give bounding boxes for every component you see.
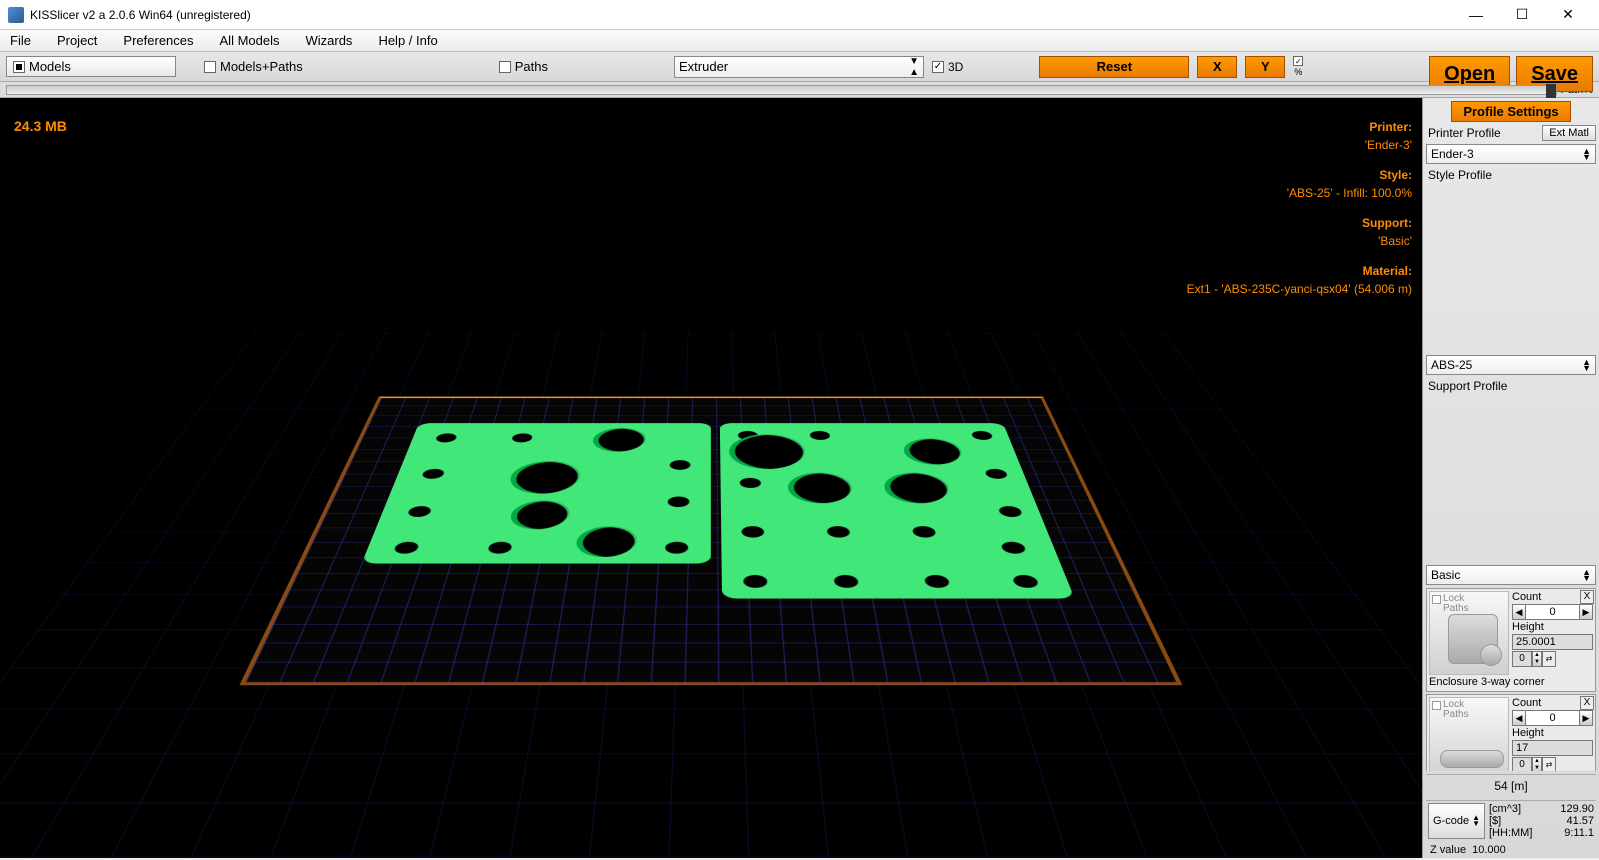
support-profile-select[interactable]: Basic▲▼ bbox=[1426, 565, 1596, 585]
filament-length: 54 [m] bbox=[1426, 774, 1596, 797]
card-name: Enclosure 3-way corner bbox=[1429, 675, 1593, 689]
view-models-radio[interactable]: Models bbox=[6, 56, 176, 77]
toolbar: Models Models+Paths Paths Extruder ▼▲ ✓ … bbox=[0, 52, 1599, 82]
reset-button[interactable]: Reset bbox=[1039, 56, 1189, 78]
rotation-spinner[interactable]: 0▲▼⇄ bbox=[1512, 757, 1593, 771]
menu-project[interactable]: Project bbox=[51, 31, 103, 50]
card-close-button[interactable]: X bbox=[1580, 696, 1594, 710]
x-button[interactable]: X bbox=[1197, 56, 1237, 78]
view-models-label: Models bbox=[29, 59, 71, 74]
printer-profile-select[interactable]: Ender-3▲▼ bbox=[1426, 144, 1596, 164]
right-panel: Profile Settings Printer Profile Ext Mat… bbox=[1422, 98, 1599, 858]
view-models-paths-label: Models+Paths bbox=[220, 59, 303, 74]
info-overlay: Printer:'Ender-3' Style:'ABS-25' - Infil… bbox=[1187, 118, 1412, 310]
profile-settings-button[interactable]: Profile Settings bbox=[1451, 101, 1571, 122]
card-thumbnail[interactable]: LockPaths bbox=[1429, 697, 1509, 771]
lock-paths-checkbox[interactable] bbox=[1432, 595, 1441, 604]
path-slider-handle[interactable] bbox=[1546, 84, 1556, 98]
3d-label: 3D bbox=[948, 60, 963, 74]
rotation-spinner[interactable]: 0▲▼⇄ bbox=[1512, 651, 1593, 667]
style-profile-select[interactable]: ABS-25▲▼ bbox=[1426, 355, 1596, 375]
gcode-select[interactable]: G-code▲▼ bbox=[1428, 803, 1485, 839]
z-value-row: Z value 10.000 bbox=[1426, 844, 1596, 858]
gcode-row: G-code▲▼ [cm^3]129.90 [$]41.57 [HH:MM]9:… bbox=[1426, 800, 1596, 841]
card-thumbnail[interactable]: LockPaths bbox=[1429, 591, 1509, 675]
extruder-dropdown[interactable]: Extruder ▼▲ bbox=[674, 56, 924, 78]
menu-file[interactable]: File bbox=[4, 31, 37, 50]
menu-wizards[interactable]: Wizards bbox=[299, 31, 358, 50]
view-paths-label: Paths bbox=[515, 59, 548, 74]
model-card: X LockPaths Count ◀0▶ Height 17 0▲▼⇄ 5 P… bbox=[1426, 694, 1596, 771]
height-input[interactable]: 17 bbox=[1512, 740, 1593, 756]
model-cards: X LockPaths Count ◀0▶ Height 25.0001 0▲▼… bbox=[1426, 588, 1596, 771]
view-paths-radio[interactable]: Paths bbox=[499, 59, 548, 74]
title-bar: KISSlicer v2 a 2.0.6 Win64 (unregistered… bbox=[0, 0, 1599, 30]
support-profile-label: Support Profile bbox=[1426, 378, 1596, 563]
extruder-dropdown-value: Extruder bbox=[679, 59, 728, 74]
card-close-button[interactable]: X bbox=[1580, 590, 1594, 604]
y-button[interactable]: Y bbox=[1245, 56, 1285, 78]
height-input[interactable]: 25.0001 bbox=[1512, 634, 1593, 650]
3d-viewport[interactable]: 24.3 MB Printer:'Ender-3' Style:'ABS-25'… bbox=[0, 98, 1422, 858]
memory-label: 24.3 MB bbox=[14, 118, 67, 134]
3d-checkbox[interactable]: ✓ 3D bbox=[932, 60, 963, 74]
close-button[interactable]: ✕ bbox=[1545, 0, 1591, 30]
menu-help[interactable]: Help / Info bbox=[372, 31, 443, 50]
count-spinner[interactable]: ◀0▶ bbox=[1512, 604, 1593, 620]
chevron-down-icon: ▼▲ bbox=[909, 56, 919, 78]
app-icon bbox=[8, 7, 24, 23]
percent-toggle[interactable]: ✓ % bbox=[1293, 56, 1303, 77]
window-title: KISSlicer v2 a 2.0.6 Win64 (unregistered… bbox=[30, 8, 251, 22]
printer-profile-label: Printer Profile bbox=[1426, 125, 1539, 141]
minimize-button[interactable]: — bbox=[1453, 0, 1499, 30]
view-models-paths-radio[interactable]: Models+Paths bbox=[204, 59, 303, 74]
menu-bar: File Project Preferences All Models Wiza… bbox=[0, 30, 1599, 52]
ext-matl-button[interactable]: Ext Matl bbox=[1542, 125, 1596, 141]
menu-all-models[interactable]: All Models bbox=[214, 31, 286, 50]
count-spinner[interactable]: ◀0▶ bbox=[1512, 710, 1593, 726]
menu-preferences[interactable]: Preferences bbox=[117, 31, 199, 50]
style-profile-label: Style Profile bbox=[1426, 167, 1596, 352]
path-row: Path% bbox=[0, 82, 1599, 98]
path-slider[interactable] bbox=[6, 85, 1557, 95]
window-controls: — ☐ ✕ bbox=[1453, 0, 1591, 30]
lock-paths-checkbox[interactable] bbox=[1432, 701, 1441, 710]
maximize-button[interactable]: ☐ bbox=[1499, 0, 1545, 30]
model-card: X LockPaths Count ◀0▶ Height 25.0001 0▲▼… bbox=[1426, 588, 1596, 692]
